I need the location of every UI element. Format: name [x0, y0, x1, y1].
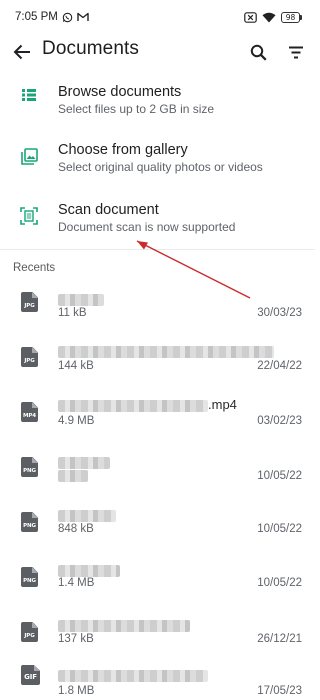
file-size: 137 kB [58, 633, 94, 645]
back-button[interactable] [10, 40, 34, 64]
recent-file-row[interactable]: PNG 848 kB 10/05/22 [0, 500, 315, 555]
file-name-extension: .mp4 [208, 397, 237, 412]
file-name-redacted [58, 291, 104, 306]
file-name-partial: .mp4 [58, 397, 237, 412]
whatsapp-icon [62, 12, 73, 23]
choose-from-gallery-option[interactable]: Choose from gallery Select original qual… [0, 134, 315, 190]
file-name-redacted [58, 562, 120, 577]
option-subtitle: Document scan is now supported [58, 220, 236, 234]
file-date: 30/03/23 [257, 307, 302, 319]
gmail-icon [77, 12, 89, 22]
search-button[interactable] [246, 40, 270, 64]
file-date: 10/05/22 [257, 577, 302, 589]
close-box-icon [244, 11, 257, 23]
option-title: Choose from gallery [58, 142, 188, 158]
battery-level: 98 [281, 11, 300, 23]
file-date: 26/12/21 [257, 633, 302, 645]
recent-file-row[interactable]: JPG 137 kB 26/12/21 [0, 610, 315, 665]
sort-button[interactable] [284, 40, 308, 64]
recents-header: Recents [13, 262, 56, 274]
jpg-file-icon: JPG [21, 622, 38, 642]
list-icon [17, 83, 41, 107]
file-size: 4.9 MB [58, 415, 95, 427]
jpg-file-icon: JPG [21, 347, 38, 367]
file-date: 17/05/23 [257, 685, 302, 697]
recent-file-row[interactable]: JPG 11 kB 30/03/23 [0, 280, 315, 335]
recent-file-row[interactable]: MP4 .mp4 4.9 MB 03/02/23 [0, 390, 315, 445]
status-left: 7:05 PM [15, 11, 89, 23]
back-arrow-icon [13, 44, 30, 60]
file-size: 11 kB [58, 307, 87, 319]
png-file-icon: PNG [21, 567, 38, 587]
option-title: Browse documents [58, 84, 182, 100]
png-file-icon: PNG [21, 512, 38, 532]
file-name-redacted [58, 667, 208, 682]
file-size: 1.8 MB [58, 685, 95, 697]
option-subtitle: Select files up to 2 GB in size [58, 102, 215, 116]
scan-document-option[interactable]: Scan document Document scan is now suppo… [0, 194, 315, 250]
file-size-redacted [58, 470, 88, 482]
status-time: 7:05 PM [15, 11, 58, 23]
option-subtitle: Select original quality photos or videos [58, 160, 263, 174]
section-divider [0, 249, 315, 250]
file-date: 22/04/22 [257, 360, 302, 372]
file-size: 848 kB [58, 523, 94, 535]
gif-file-icon: GIF [21, 665, 40, 685]
recent-file-row[interactable]: PNG 1.4 MB 10/05/22 [0, 555, 315, 610]
option-title: Scan document [58, 202, 159, 218]
recent-file-row[interactable]: PNG 10/05/22 [0, 445, 315, 500]
file-date: 10/05/22 [257, 523, 302, 535]
png-file-icon: PNG [21, 457, 38, 477]
recent-file-row[interactable]: GIF 1.8 MB 17/05/23 [0, 665, 315, 700]
status-right: 98 [244, 11, 302, 23]
wifi-icon [262, 12, 276, 23]
file-date: 10/05/22 [257, 470, 302, 482]
file-date: 03/02/23 [257, 415, 302, 427]
file-size: 144 kB [58, 360, 94, 372]
search-icon [250, 44, 267, 61]
browse-documents-option[interactable]: Browse documents Select files up to 2 GB… [0, 76, 315, 132]
sort-icon [289, 46, 303, 58]
file-name-redacted [58, 507, 116, 522]
app-bar: Documents [0, 34, 315, 70]
scan-icon [17, 204, 41, 228]
mp4-file-icon: MP4 [21, 402, 38, 422]
file-name-redacted [58, 617, 190, 632]
gallery-icon [17, 144, 41, 168]
file-size: 1.4 MB [58, 577, 95, 589]
recent-file-row[interactable]: JPG 144 kB 22/04/22 [0, 335, 315, 390]
battery-icon: 98 [281, 11, 302, 23]
jpg-file-icon: JPG [21, 292, 38, 312]
status-bar: 7:05 PM 98 [0, 0, 315, 34]
page-title: Documents [42, 38, 139, 59]
file-name-redacted [58, 454, 110, 469]
file-name-redacted [58, 343, 274, 358]
